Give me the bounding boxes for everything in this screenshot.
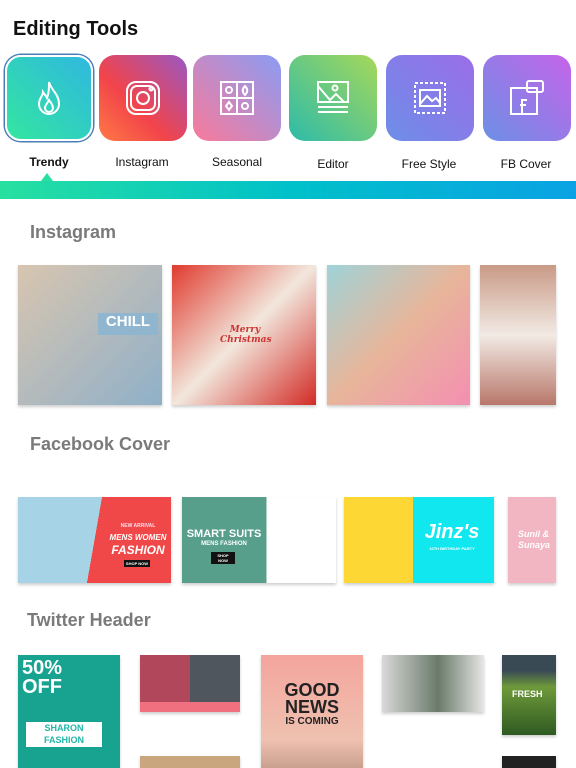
twitter-header-card[interactable]: GOOD NEWS IS COMING <box>261 655 363 768</box>
tool-instagram[interactable] <box>99 55 187 141</box>
instagram-template-card[interactable]: CHILL <box>18 265 162 405</box>
image-editor-icon <box>317 81 349 113</box>
facebook-cover-card[interactable]: NEW ARRIVAL MENS WOMEN FASHION SHOP NOW <box>18 497 171 583</box>
facebook-cover-card[interactable]: SMART SUITS MENS FASHION SHOP NOW <box>182 497 336 583</box>
tool-label-seasonal[interactable]: Seasonal <box>189 155 285 169</box>
twitter-header-card[interactable] <box>140 655 240 712</box>
twitter-header-card[interactable] <box>382 655 484 712</box>
twitter-header-card[interactable]: 50% OFF SHARON FASHION <box>18 655 120 768</box>
instagram-icon <box>126 81 160 115</box>
page-title: Editing Tools <box>13 18 139 40</box>
tool-editor[interactable] <box>289 55 377 141</box>
section-title-twitter-header: Twitter Header <box>27 610 151 630</box>
section-title-instagram: Instagram <box>30 222 117 242</box>
tool-trendy[interactable] <box>5 55 93 141</box>
tool-label-free-style[interactable]: Free Style <box>381 157 477 171</box>
tool-label-fb-cover[interactable]: FB Cover <box>478 157 574 171</box>
seasons-icon <box>220 81 254 115</box>
tool-fb-cover[interactable] <box>483 55 571 141</box>
instagram-template-card[interactable] <box>480 265 556 405</box>
instagram-template-card[interactable]: Merry Christmas <box>172 265 316 405</box>
tool-label-trendy[interactable]: Trendy <box>1 155 97 169</box>
facebook-cover-icon <box>510 80 544 115</box>
tool-free-style[interactable] <box>386 55 474 141</box>
tool-label-instagram[interactable]: Instagram <box>94 155 190 169</box>
instagram-template-card[interactable] <box>327 265 470 405</box>
selection-indicator <box>41 173 53 181</box>
section-title-facebook-cover: Facebook Cover <box>30 434 171 454</box>
twitter-header-card[interactable] <box>140 756 240 768</box>
flame-icon <box>37 81 61 115</box>
facebook-cover-card[interactable]: Sunil & Sunaya <box>508 497 556 583</box>
free-style-icon <box>414 82 446 114</box>
twitter-header-card[interactable]: FRESH <box>502 655 556 735</box>
facebook-cover-card[interactable]: Jinz's 10TH BIRTHDAY PARTY <box>344 497 494 583</box>
twitter-header-card[interactable] <box>502 756 556 768</box>
tool-label-editor[interactable]: Editor <box>285 157 381 171</box>
tool-seasonal[interactable] <box>193 55 281 141</box>
tool-bar-divider <box>0 181 576 199</box>
